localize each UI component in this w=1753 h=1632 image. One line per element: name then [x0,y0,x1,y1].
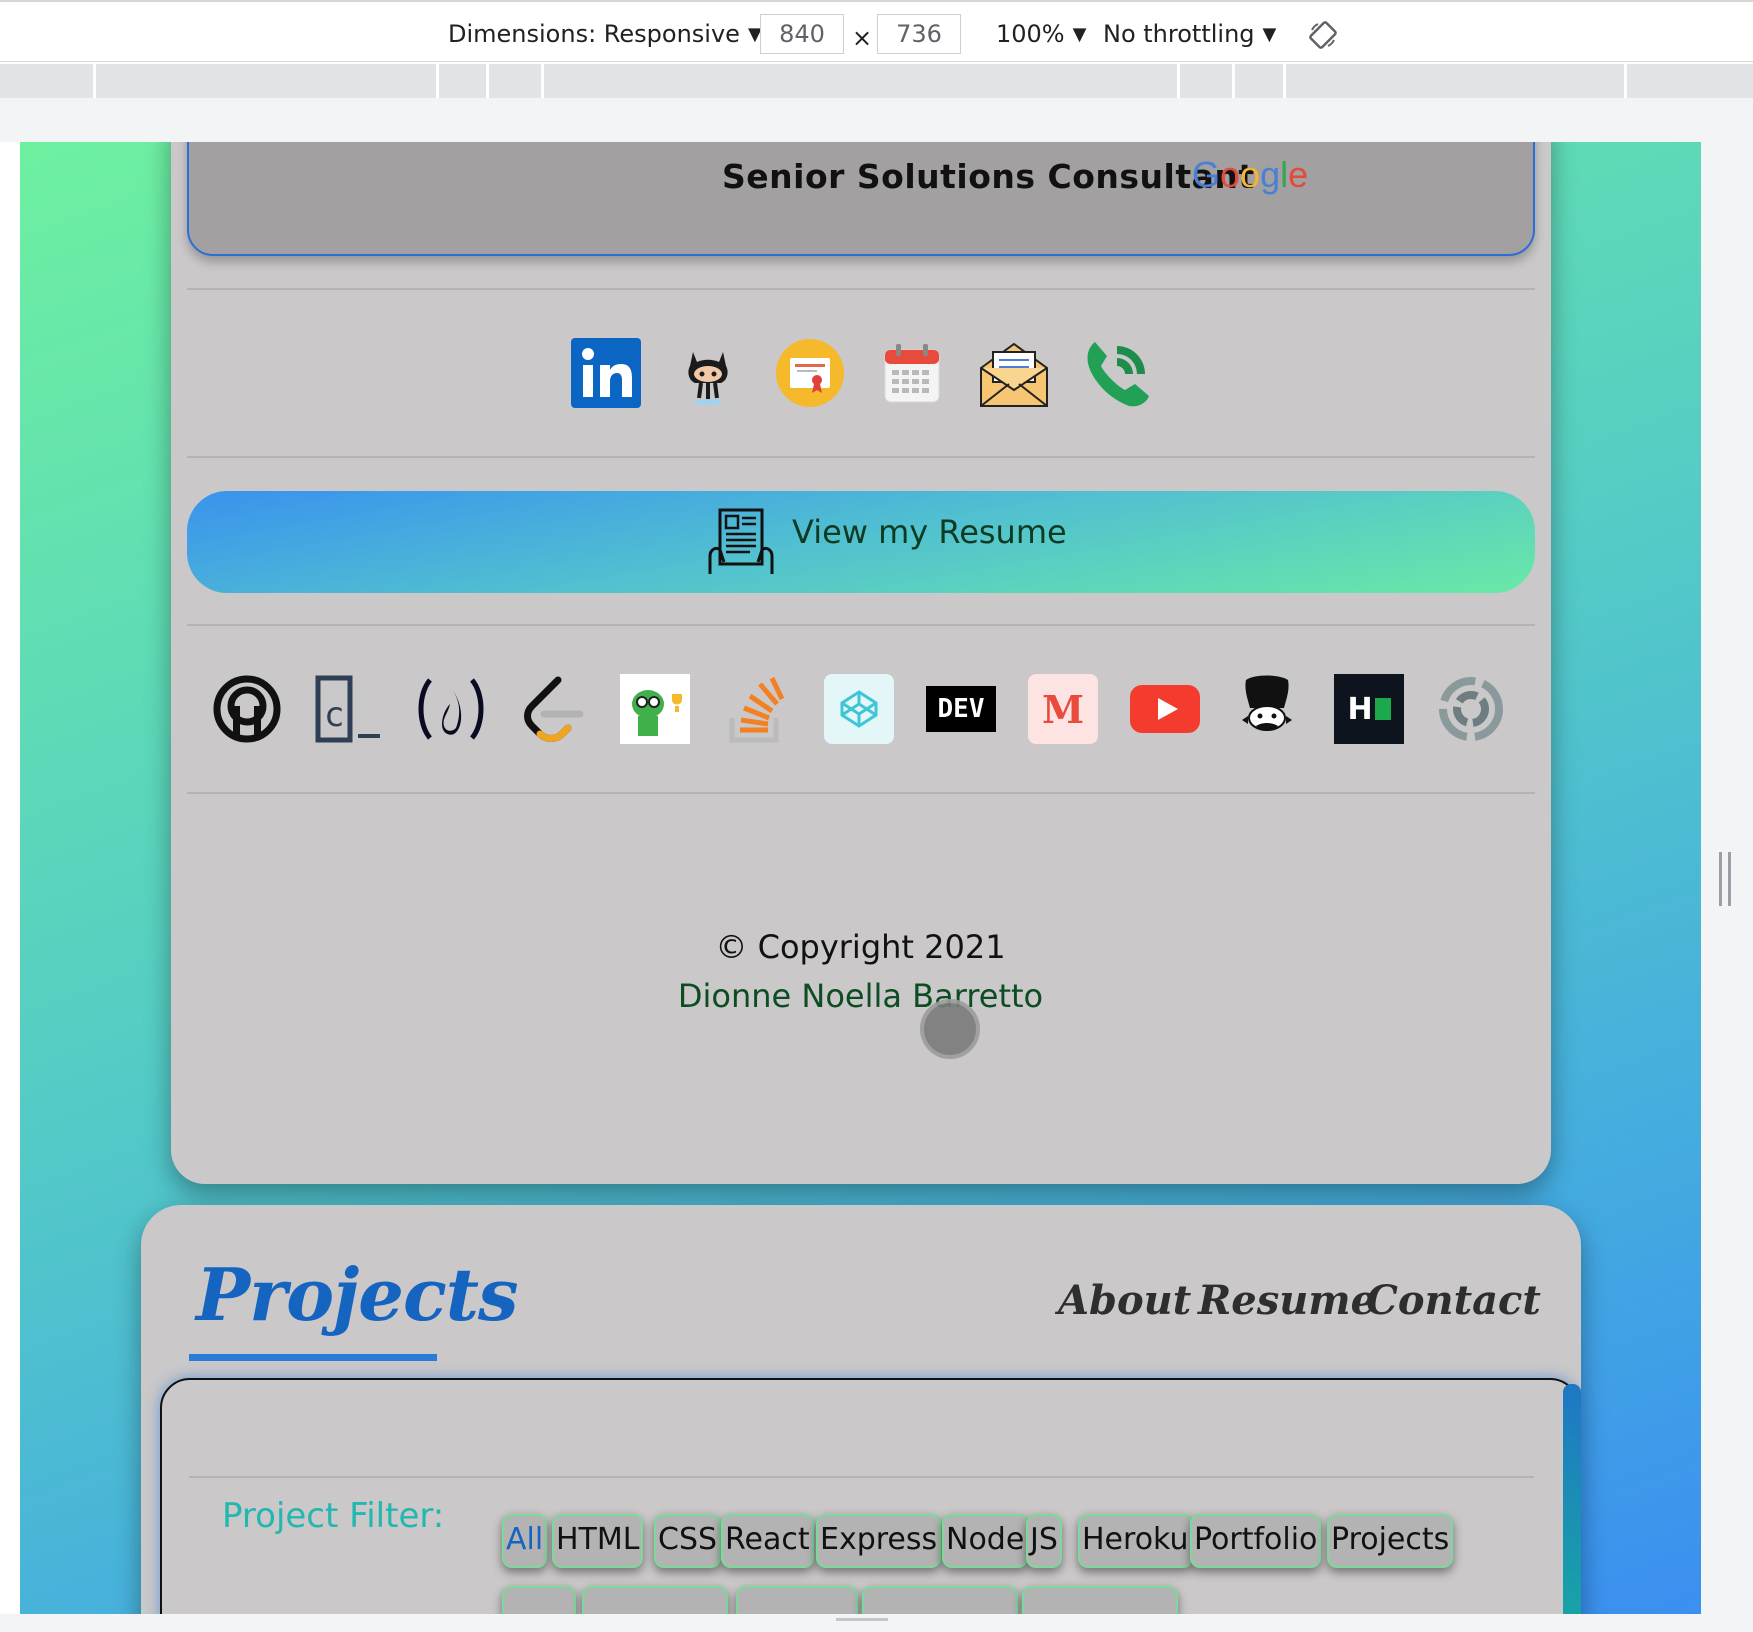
youtube-icon[interactable] [1130,674,1200,744]
resize-handle[interactable] [1719,852,1731,906]
height-input[interactable]: 736 [877,14,961,54]
filter-chip-partial[interactable] [1022,1586,1178,1614]
hackerrank-icon[interactable]: H [1334,674,1404,744]
filter-chip-css[interactable]: CSS [654,1514,722,1568]
filter-chip-js[interactable]: JS [1026,1514,1062,1568]
zoom-dropdown[interactable]: 100% ▼ [996,20,1086,48]
divider [187,456,1535,458]
chevron-down-icon: ▼ [1262,24,1277,45]
touch-cursor [920,999,980,1059]
copyright-text: © Copyright 2021 [715,928,1006,966]
medium-icon[interactable]: M [1028,674,1098,744]
nav-contact[interactable]: Contact [1366,1277,1541,1324]
page-viewport: Senior Solutions Consultant Google View … [20,142,1701,1614]
nav-about[interactable]: About [1058,1277,1191,1324]
hackerrank-block [1374,698,1391,720]
leetcode-icon[interactable] [518,674,588,744]
stackoverflow-icon[interactable] [722,674,792,744]
chevron-down-icon: ▼ [1072,24,1087,45]
phone-icon[interactable] [1081,338,1151,408]
experience-box: Senior Solutions Consultant Google [187,142,1535,256]
google-logo: Google [1192,154,1309,195]
filter-chip-heroku[interactable]: Heroku [1078,1514,1193,1568]
resume-icon [708,508,774,574]
filter-chip-react[interactable]: React [721,1514,814,1568]
panel-scrollbar[interactable] [1563,1384,1581,1614]
filter-chip-express[interactable]: Express [816,1514,942,1568]
filter-chip-html[interactable]: HTML [552,1514,644,1568]
freecodecamp-icon[interactable] [416,674,486,744]
filter-chip-all[interactable]: All [502,1514,548,1568]
codingame-icon[interactable] [620,674,690,744]
author-link[interactable]: Dionne Noella Barretto [20,977,1701,1015]
dev-icon[interactable]: DEV [926,686,996,732]
project-filter-label: Project Filter: [222,1496,445,1536]
devtools-device-toolbar: Dimensions: Responsive ▼ 840 × 736 100% ▼ … [0,0,1753,62]
devtools-gap [0,98,1753,142]
filter-chip-partial[interactable] [502,1586,576,1614]
codepen-icon[interactable] [824,674,894,744]
projects-heading: Projects [196,1252,519,1337]
filter-chip-partial[interactable] [736,1586,858,1614]
codewars-icon[interactable] [212,674,282,744]
medium-label: M [1041,686,1085,732]
coderbyte-icon[interactable]: c [314,674,384,744]
divider [187,792,1535,794]
divider [189,1476,1534,1478]
codesignal-icon[interactable] [1436,674,1506,744]
throttling-label: No throttling [1103,20,1255,48]
projects-underline [189,1354,437,1361]
certificate-icon[interactable] [775,338,845,408]
codechef-icon[interactable] [1232,674,1302,744]
media-query-ruler[interactable] [0,64,1753,98]
bottom-resize-bar [0,1614,1753,1632]
times-symbol: × [852,24,873,52]
dev-label: DEV [937,694,985,724]
dimensions-dropdown[interactable]: Dimensions: Responsive ▼ [448,20,762,48]
divider [187,624,1535,626]
dimensions-label: Dimensions: Responsive [448,20,740,48]
svg-text:c: c [324,695,344,735]
profile-card [171,142,1551,1184]
zoom-label: 100% [996,20,1065,48]
throttling-dropdown[interactable]: No throttling ▼ [1103,20,1276,48]
filter-chip-portfolio[interactable]: Portfolio [1190,1514,1322,1568]
filter-chip-partial[interactable] [862,1586,1018,1614]
calendar-icon[interactable] [877,338,947,408]
filter-chip-partial[interactable] [582,1586,728,1614]
resize-handle[interactable] [836,1618,888,1621]
filter-chip-projects[interactable]: Projects [1327,1514,1454,1568]
nav-resume[interactable]: Resume [1198,1277,1376,1324]
github-icon[interactable] [673,338,743,408]
rotate-icon[interactable] [1308,20,1338,50]
linkedin-icon[interactable] [571,338,641,408]
width-input[interactable]: 840 [760,14,844,54]
divider [187,288,1535,290]
hackerrank-label: H [1347,691,1373,727]
job-title: Senior Solutions Consultant [722,157,1255,196]
right-resize-bar [1701,98,1753,1632]
email-icon[interactable] [979,338,1049,408]
filter-chip-node[interactable]: Node [942,1514,1029,1568]
view-resume-label: View my Resume [792,513,1067,551]
